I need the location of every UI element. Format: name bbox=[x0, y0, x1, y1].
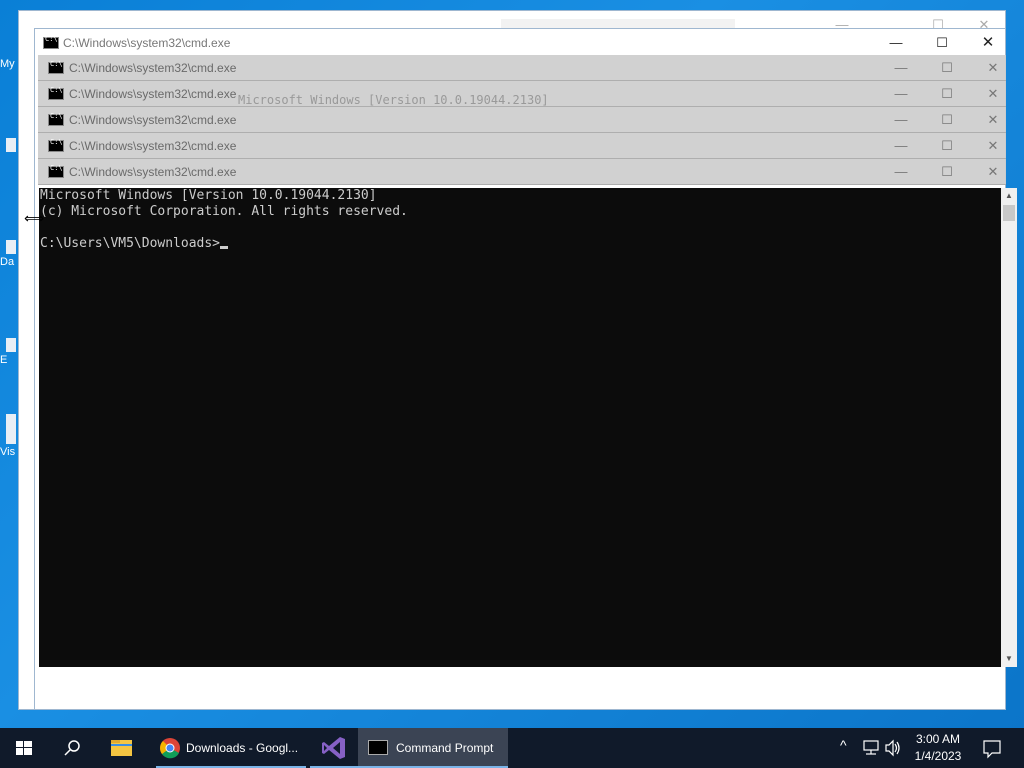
command-prompt-taskbar-label: Command Prompt bbox=[396, 741, 494, 755]
minimize-button[interactable]: — bbox=[873, 29, 919, 57]
scrollbar-thumb[interactable] bbox=[1003, 205, 1015, 221]
scroll-up-arrow[interactable]: ▲ bbox=[1001, 188, 1017, 204]
scroll-down-arrow[interactable]: ▼ bbox=[1001, 651, 1017, 667]
chevron-up-icon: ^ bbox=[840, 737, 847, 753]
clock[interactable]: 3:00 AM 1/4/2023 bbox=[906, 731, 970, 765]
close-button[interactable]: ✕ bbox=[965, 29, 1011, 57]
cmd-icon bbox=[48, 112, 64, 126]
maximize-button[interactable]: ☐ bbox=[924, 133, 970, 159]
desktop-icon-image bbox=[6, 338, 16, 352]
desktop-icon[interactable]: My bbox=[0, 58, 18, 70]
desktop-icon[interactable]: Vis bbox=[0, 414, 18, 458]
console-line: (c) Microsoft Corporation. All rights re… bbox=[40, 204, 408, 219]
volume-button[interactable] bbox=[882, 728, 904, 768]
minimize-button[interactable]: — bbox=[878, 55, 924, 81]
stacked-cmd-titlebar[interactable]: C:\Windows\system32\cmd.exe — ☐ ✕ bbox=[38, 107, 1006, 133]
window-title: C:\Windows\system32\cmd.exe bbox=[69, 87, 237, 101]
console-line: Microsoft Windows [Version 10.0.19044.21… bbox=[40, 188, 377, 203]
cmd-icon bbox=[48, 138, 64, 152]
close-button[interactable]: ✕ bbox=[970, 107, 1016, 133]
search-button[interactable] bbox=[48, 728, 96, 768]
cmd-icon bbox=[48, 86, 64, 100]
window-title: C:\Windows\system32\cmd.exe bbox=[63, 36, 231, 50]
vertical-scrollbar[interactable]: ▲ ▼ bbox=[1001, 188, 1017, 667]
notification-icon bbox=[983, 740, 1001, 759]
visual-studio-button[interactable] bbox=[310, 728, 358, 768]
console-output: Microsoft Windows [Version 10.0.19044.21… bbox=[40, 188, 408, 252]
visual-studio-icon bbox=[322, 737, 345, 759]
minimize-button[interactable]: — bbox=[878, 133, 924, 159]
close-button[interactable]: ✕ bbox=[970, 55, 1016, 81]
maximize-button[interactable]: ☐ bbox=[924, 81, 970, 107]
maximize-button[interactable]: ☐ bbox=[924, 159, 970, 185]
desktop-icon-label: Da bbox=[0, 256, 15, 268]
window-title: C:\Windows\system32\cmd.exe bbox=[69, 139, 237, 153]
clock-time: 3:00 AM bbox=[915, 732, 961, 746]
windows-logo-icon bbox=[16, 741, 32, 755]
minimize-button[interactable]: — bbox=[878, 159, 924, 185]
window-title: C:\Windows\system32\cmd.exe bbox=[69, 113, 237, 127]
maximize-button[interactable]: ☐ bbox=[919, 29, 965, 57]
stacked-cmd-titlebar[interactable]: C:\Windows\system32\cmd.exe — ☐ ✕ bbox=[38, 55, 1006, 81]
stacked-cmd-titlebar[interactable]: C:\Windows\system32\cmd.exe — ☐ ✕ bbox=[38, 159, 1006, 185]
start-button[interactable] bbox=[0, 728, 48, 768]
resize-cursor-icon: ⟺ bbox=[24, 210, 45, 226]
folder-icon bbox=[111, 740, 132, 756]
minimize-button[interactable]: — bbox=[878, 107, 924, 133]
cmd-icon bbox=[48, 164, 64, 178]
tray-overflow-button[interactable]: ^ bbox=[836, 728, 858, 768]
text-cursor bbox=[220, 246, 229, 249]
clock-date: 1/4/2023 bbox=[914, 749, 962, 763]
desktop-icon[interactable] bbox=[0, 138, 18, 154]
ghost-console-text: Microsoft Windows [Version 10.0.19044.21… bbox=[238, 93, 549, 107]
volume-icon bbox=[885, 739, 900, 757]
close-button[interactable]: ✕ bbox=[970, 159, 1016, 185]
cmd-icon bbox=[43, 35, 59, 49]
console-area[interactable]: Microsoft Windows [Version 10.0.19044.21… bbox=[39, 188, 1001, 667]
desktop-icon[interactable]: E bbox=[0, 338, 18, 366]
stacked-cmd-titlebar[interactable]: C:\Windows\system32\cmd.exe — ☐ ✕ bbox=[38, 133, 1006, 159]
desktop-icon-label: My bbox=[0, 58, 15, 70]
minimize-button[interactable]: — bbox=[878, 81, 924, 107]
search-icon bbox=[64, 740, 80, 756]
maximize-button[interactable]: ☐ bbox=[924, 55, 970, 81]
network-icon bbox=[863, 740, 879, 755]
desktop-icon-image bbox=[6, 138, 16, 152]
chrome-icon bbox=[160, 738, 180, 759]
chrome-taskbar-label: Downloads - Googl... bbox=[186, 741, 299, 755]
desktop-icon-label: E bbox=[0, 354, 8, 366]
stacked-cmd-titlebar[interactable]: C:\Windows\system32\cmd.exe Microsoft Wi… bbox=[38, 81, 1006, 107]
cmd-titlebar[interactable]: C:\Windows\system32\cmd.exe — ☐ ✕ bbox=[35, 29, 1005, 57]
window-title: C:\Windows\system32\cmd.exe bbox=[69, 61, 237, 75]
taskbar: Downloads - Googl... Command Prompt ^ 3:… bbox=[0, 728, 1024, 768]
desktop-icon-image bbox=[6, 414, 16, 444]
maximize-button[interactable]: ☐ bbox=[924, 107, 970, 133]
command-prompt-taskbar-button[interactable]: Command Prompt bbox=[358, 728, 508, 768]
cmd-icon bbox=[48, 60, 64, 74]
desktop-icon[interactable]: Da bbox=[0, 240, 18, 268]
desktop-icon-label: Vis bbox=[0, 446, 16, 458]
window-title: C:\Windows\system32\cmd.exe bbox=[69, 165, 237, 179]
file-explorer-button[interactable] bbox=[98, 728, 146, 768]
console-prompt: C:\Users\VM5\Downloads> bbox=[40, 236, 221, 251]
notifications-button[interactable] bbox=[974, 728, 1010, 768]
desktop-icon-image bbox=[6, 240, 16, 254]
close-button[interactable]: ✕ bbox=[970, 133, 1016, 159]
close-button[interactable]: ✕ bbox=[970, 81, 1016, 107]
network-button[interactable] bbox=[860, 728, 882, 768]
chrome-taskbar-button[interactable]: Downloads - Googl... bbox=[156, 728, 306, 768]
cmd-icon bbox=[368, 740, 388, 755]
